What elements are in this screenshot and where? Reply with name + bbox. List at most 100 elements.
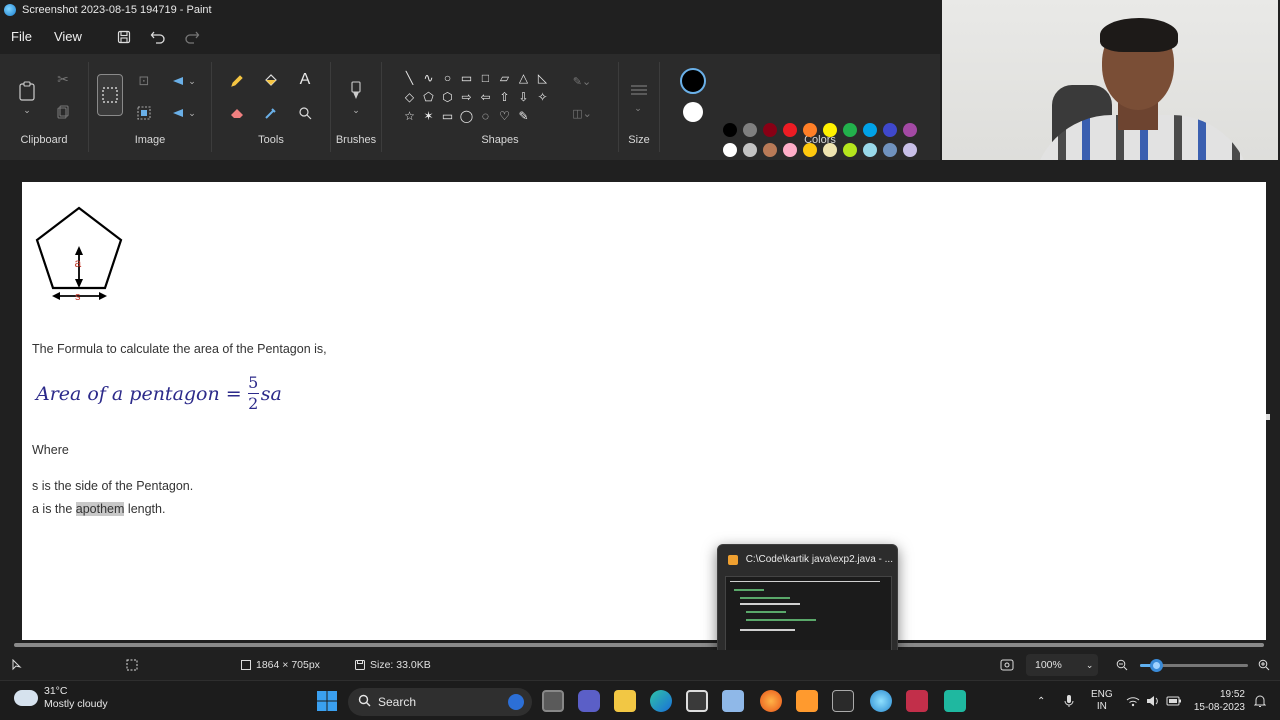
drawing-canvas[interactable]: a s The Formula to calculate the area of…	[22, 182, 1266, 640]
shape-item[interactable]: ☆	[400, 106, 419, 125]
shape-item[interactable]: ⇧	[495, 87, 514, 106]
color-swatch[interactable]	[823, 143, 837, 157]
color-swatch[interactable]	[863, 123, 877, 137]
weather-widget[interactable]: 31°C Mostly cloudy	[14, 685, 108, 711]
firefox-icon[interactable]	[760, 690, 782, 712]
notification-icon[interactable]	[1254, 681, 1266, 720]
copy-icon[interactable]	[55, 104, 71, 120]
color-swatch[interactable]	[883, 123, 897, 137]
secondary-color[interactable]	[683, 102, 703, 122]
resize-icon[interactable]	[135, 104, 153, 122]
paste-chevron-icon[interactable]: ⌄	[20, 104, 34, 116]
zoom-dropdown[interactable]: 100% ⌄	[1026, 654, 1098, 676]
outline-icon[interactable]: ✎⌄	[568, 74, 596, 88]
shape-item[interactable]: ⇨	[457, 87, 476, 106]
language-indicator[interactable]: ENG IN	[1091, 681, 1113, 720]
file-explorer-icon[interactable]	[614, 690, 636, 712]
fit-to-window-icon[interactable]	[1000, 650, 1014, 680]
chevron-up-icon[interactable]: ⌃	[1037, 681, 1045, 720]
color-swatch[interactable]	[843, 123, 857, 137]
color-swatch[interactable]	[763, 143, 777, 157]
select-button[interactable]	[97, 74, 123, 116]
battery-icon[interactable]	[1166, 681, 1182, 720]
rotate-chevron-icon[interactable]: ⌄	[187, 74, 197, 88]
shape-item[interactable]: ◇	[400, 87, 419, 106]
sublime-text-icon[interactable]	[796, 690, 818, 712]
color-swatch[interactable]	[763, 123, 777, 137]
app-arrow-icon[interactable]	[944, 690, 966, 712]
wifi-icon[interactable]	[1126, 681, 1140, 720]
task-view-icon[interactable]	[542, 690, 564, 712]
color-swatch[interactable]	[903, 123, 917, 137]
color-swatch[interactable]	[783, 123, 797, 137]
flip-icon[interactable]	[169, 104, 187, 122]
zoom-in-icon[interactable]	[1258, 650, 1270, 680]
taskbar-search[interactable]: Search	[348, 688, 532, 716]
color-swatch[interactable]	[723, 143, 737, 157]
terminal-icon[interactable]	[832, 690, 854, 712]
shape-item[interactable]: ⇦	[476, 87, 495, 106]
shape-item[interactable]: ⇩	[514, 87, 533, 106]
color-swatch[interactable]	[803, 143, 817, 157]
shape-item[interactable]: △	[514, 68, 533, 87]
shape-item[interactable]: ✧	[533, 87, 552, 106]
zoom-slider[interactable]	[1140, 659, 1248, 672]
shape-item[interactable]: ✶	[419, 106, 438, 125]
color-swatch[interactable]	[803, 123, 817, 137]
color-swatch[interactable]	[883, 143, 897, 157]
microphone-icon[interactable]	[1064, 681, 1074, 720]
undo-icon[interactable]	[141, 20, 175, 54]
store-icon[interactable]	[686, 690, 708, 712]
menu-file[interactable]: File	[0, 20, 43, 54]
size-chevron-icon[interactable]: ⌄	[633, 102, 643, 114]
color-swatch[interactable]	[863, 143, 877, 157]
snipping-tool-icon[interactable]	[906, 690, 928, 712]
shape-item[interactable]: ○	[438, 68, 457, 87]
cut-icon[interactable]: ✂	[54, 70, 72, 88]
shape-item[interactable]: ▭	[457, 68, 476, 87]
save-icon[interactable]	[107, 20, 141, 54]
flip-chevron-icon[interactable]: ⌄	[187, 106, 197, 120]
shape-item[interactable]: ♡	[495, 106, 514, 125]
teams-chat-icon[interactable]	[578, 690, 600, 712]
brush-chevron-icon[interactable]: ⌄	[351, 104, 361, 116]
edge-icon[interactable]	[650, 690, 672, 712]
color-picker-icon[interactable]	[262, 104, 280, 122]
shape-item[interactable]: ◺	[533, 68, 552, 87]
shape-item[interactable]: □	[476, 68, 495, 87]
app-cube-icon[interactable]	[722, 690, 744, 712]
horizontal-scrollbar[interactable]	[0, 640, 1280, 650]
shape-item[interactable]: ∿	[419, 68, 438, 87]
shape-item[interactable]: ╲	[400, 68, 419, 87]
fill-icon[interactable]: ◫⌄	[568, 106, 596, 120]
crop-icon[interactable]: ⊡	[135, 72, 153, 90]
shape-item[interactable]: ◌	[476, 106, 495, 125]
menu-view[interactable]: View	[43, 20, 93, 54]
bing-icon[interactable]	[508, 694, 524, 710]
zoom-out-icon[interactable]	[1116, 650, 1128, 680]
color-swatch[interactable]	[723, 123, 737, 137]
brush-icon[interactable]	[347, 78, 365, 102]
shape-item[interactable]: ◯	[457, 106, 476, 125]
magnifier-icon[interactable]	[296, 104, 314, 122]
color-swatch[interactable]	[903, 143, 917, 157]
paste-icon[interactable]	[16, 78, 38, 104]
volume-icon[interactable]	[1146, 681, 1160, 720]
color-swatch[interactable]	[743, 123, 757, 137]
rotate-icon[interactable]	[169, 72, 187, 90]
primary-color[interactable]	[680, 68, 706, 94]
clock[interactable]: 19:52 15-08-2023	[1193, 681, 1245, 720]
windows-start-icon[interactable]	[316, 690, 338, 712]
shape-item[interactable]: ▭	[438, 106, 457, 125]
paint-taskbar-icon[interactable]	[870, 690, 892, 712]
color-swatch[interactable]	[843, 143, 857, 157]
vertical-scrollbar[interactable]	[1266, 414, 1270, 420]
redo-icon[interactable]	[175, 20, 209, 54]
color-swatch[interactable]	[783, 143, 797, 157]
shape-item[interactable]: ⬠	[419, 87, 438, 106]
color-swatch[interactable]	[743, 143, 757, 157]
size-icon[interactable]	[629, 82, 649, 98]
color-swatch[interactable]	[823, 123, 837, 137]
eraser-icon[interactable]	[228, 104, 246, 122]
shape-item[interactable]: ⬡	[438, 87, 457, 106]
